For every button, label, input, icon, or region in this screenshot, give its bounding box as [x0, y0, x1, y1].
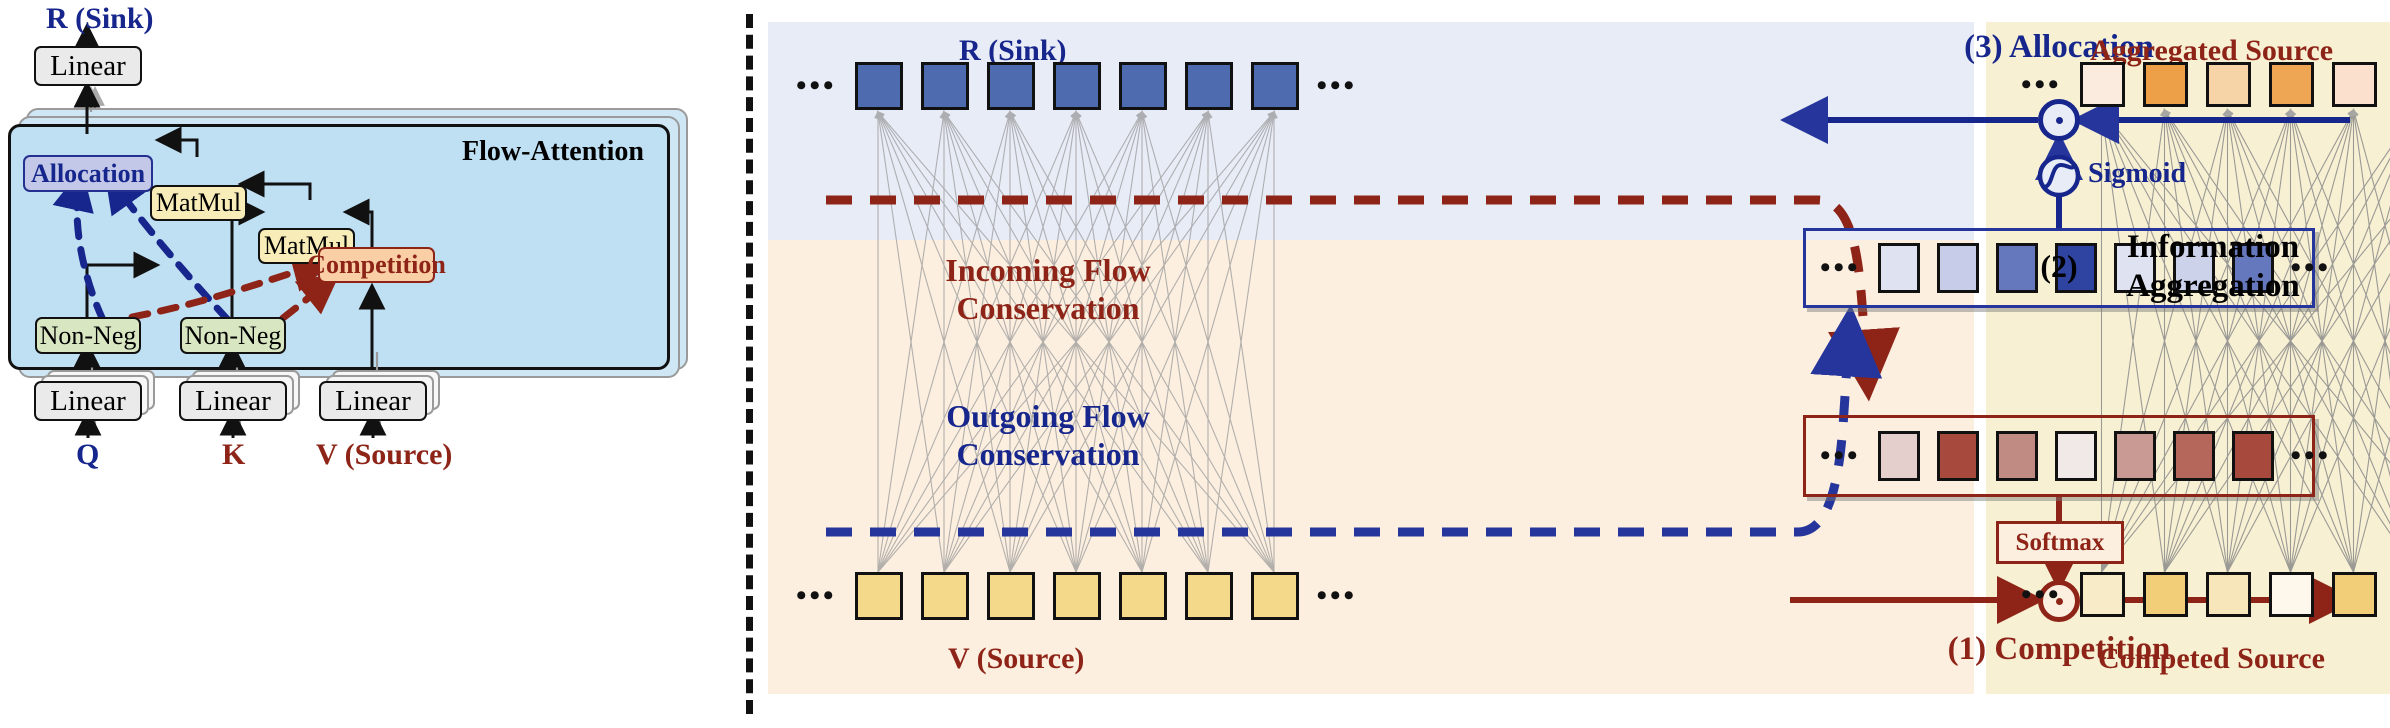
linear-node-k[interactable]: Linear — [179, 381, 287, 421]
ellipsis-right: ••• — [1316, 69, 1358, 102]
non-neg-node-q[interactable]: Non-Neg — [35, 317, 141, 354]
ellipsis-left: ••• — [1820, 439, 1861, 472]
sink-token-cell — [1052, 62, 1101, 110]
product-dot-icon — [2055, 116, 2063, 124]
sink-token-cell — [986, 62, 1035, 110]
flow-mechanism-panel: R (Sink) ••• ••• ••• ••• V (Source) Incomi… — [768, 0, 2390, 728]
competition-weight-cell — [2113, 431, 2156, 481]
aggregated-source-cell — [2142, 62, 2188, 107]
ellipsis-right: ••• — [1316, 579, 1358, 612]
sink-token-cell — [1250, 62, 1299, 110]
competition-weight-cell — [2231, 431, 2274, 481]
allocation-node[interactable]: Allocation — [23, 155, 153, 192]
competition-weight-cell — [1936, 431, 1979, 481]
softmax-node[interactable]: Softmax — [1996, 521, 2124, 564]
competed-source-cell — [2079, 572, 2125, 617]
incoming-flow-text: Incoming Flow Conservation — [898, 252, 1198, 328]
competed-source-label: Competed Source — [2098, 642, 2325, 675]
aggregated-source-cell — [2268, 62, 2314, 107]
competition-token-row: ••• ••• — [1820, 431, 2331, 481]
input-label-q: Q — [76, 438, 100, 471]
outgoing-flow-line2: Conservation — [956, 435, 1140, 472]
aggregation-number: (2) — [2040, 248, 2078, 284]
sink-token-cell — [920, 62, 969, 110]
competition-node[interactable]: Competition — [307, 247, 446, 283]
aggregation-line2: Aggregation — [2126, 267, 2300, 304]
outgoing-flow-text: Outgoing Flow Conservation — [898, 398, 1198, 474]
competed-source-cell — [2331, 572, 2377, 617]
region-incoming-flow — [768, 22, 1974, 240]
linear-node-q[interactable]: Linear — [34, 381, 142, 421]
figure-root: Flow-Attention R (Sink) Linear Allocatio… — [0, 0, 2390, 728]
information-aggregation-text: Information Aggregation — [2088, 228, 2338, 306]
aggregated-source-cell — [2331, 62, 2377, 107]
ellipsis-left: ••• — [796, 579, 837, 612]
source-token-cell — [920, 572, 969, 620]
sink-token-row: ••• ••• — [796, 62, 1357, 110]
source-token-cell — [1184, 572, 1233, 620]
sigmoid-label: Sigmoid — [2088, 158, 2187, 189]
source-row-label: V (Source) — [948, 642, 1085, 675]
source-token-cell — [1250, 572, 1299, 620]
incoming-flow-line2: Conservation — [956, 289, 1140, 326]
input-label-v: V (Source) — [316, 438, 453, 471]
sigmoid-icon — [2037, 154, 2081, 198]
source-token-cell — [1118, 572, 1167, 620]
matmul-node-1[interactable]: MatMul — [150, 185, 247, 221]
aggregated-source-row: •••••• — [2021, 62, 2390, 107]
competed-source-cell — [2268, 572, 2314, 617]
outgoing-flow-line1: Outgoing Flow — [946, 398, 1150, 434]
ellipsis-left: ••• — [2021, 577, 2062, 611]
allocation-weight-cell — [1877, 243, 1920, 293]
incoming-flow-line1: Incoming Flow — [945, 252, 1151, 288]
aggregated-source-cell — [2079, 62, 2125, 107]
source-token-cell — [854, 572, 903, 620]
competed-source-row: •••••• — [2021, 572, 2390, 617]
linear-output-node[interactable]: Linear — [34, 46, 142, 86]
sink-token-cell — [1118, 62, 1167, 110]
aggregated-source-cell — [2205, 62, 2251, 107]
non-neg-node-k[interactable]: Non-Neg — [180, 317, 286, 354]
competition-weight-cell — [1995, 431, 2038, 481]
source-token-cell — [986, 572, 1035, 620]
competed-source-cell — [2142, 572, 2188, 617]
sink-token-cell — [854, 62, 903, 110]
panel-divider — [746, 14, 753, 714]
input-label-k: K — [222, 438, 246, 471]
flow-attention-architecture-panel: Flow-Attention R (Sink) Linear Allocatio… — [0, 0, 700, 728]
source-token-cell — [1052, 572, 1101, 620]
ellipsis-left: ••• — [796, 69, 837, 102]
linear-node-v[interactable]: Linear — [319, 381, 427, 421]
competition-weight-cell — [2054, 431, 2097, 481]
flow-attention-title: Flow-Attention — [462, 136, 644, 167]
source-token-row: ••• ••• — [796, 572, 1357, 620]
allocation-weight-cell — [1936, 243, 1979, 293]
left-output-label: R (Sink) — [46, 2, 154, 35]
ellipsis-left: ••• — [1820, 251, 1861, 284]
sink-token-cell — [1184, 62, 1233, 110]
competition-weight-cell — [2172, 431, 2215, 481]
aggregation-line1: Information — [2126, 229, 2300, 265]
competed-source-cell — [2205, 572, 2251, 617]
competition-weight-cell — [1877, 431, 1920, 481]
ellipsis-right: ••• — [2290, 439, 2332, 472]
ellipsis-left: ••• — [2021, 67, 2062, 101]
